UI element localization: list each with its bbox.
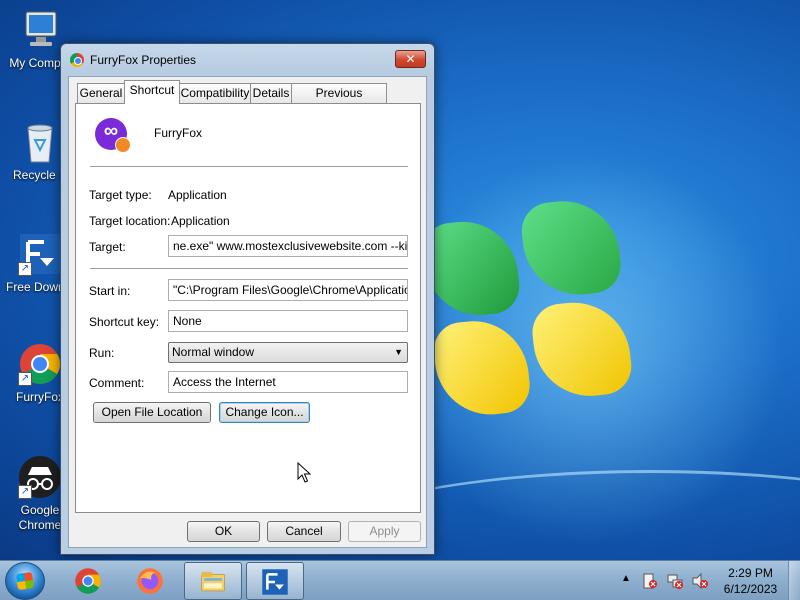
- ok-button[interactable]: OK: [187, 521, 260, 542]
- properties-dialog: FurryFox Properties ✕ General Shortcut C…: [60, 43, 435, 555]
- chrome-icon: ↗: [18, 342, 62, 386]
- target-location-value: Application: [171, 214, 230, 228]
- tab-shortcut[interactable]: Shortcut: [124, 80, 180, 104]
- separator: [90, 268, 408, 270]
- target-location-label: Target location:: [89, 214, 171, 228]
- clock-date: 6/12/2023: [723, 582, 778, 596]
- network-icon[interactable]: [666, 572, 684, 590]
- free-download-manager-icon: ↗: [18, 232, 62, 276]
- dialog-title: FurryFox Properties: [90, 53, 197, 67]
- incognito-icon: ↗: [18, 455, 62, 499]
- target-type-label: Target type:: [89, 188, 152, 202]
- shortcut-tab-panel: FurryFox Target type: Application Target…: [75, 103, 421, 513]
- run-select[interactable]: Normal window ▼: [168, 342, 408, 363]
- recycle-bin-icon: [18, 120, 62, 164]
- free-download-manager-icon: [262, 569, 288, 595]
- shortcut-arrow-icon: ↗: [18, 485, 32, 499]
- taskbar-file-explorer[interactable]: [184, 562, 242, 600]
- shortcut-arrow-icon: ↗: [18, 372, 32, 386]
- run-label: Run:: [89, 346, 115, 360]
- taskbar-firefox[interactable]: [122, 562, 180, 600]
- furryfox-app-icon: [95, 118, 131, 153]
- chrome-icon: [75, 568, 101, 594]
- target-label: Target:: [89, 240, 126, 254]
- dialog-titlebar[interactable]: FurryFox Properties ✕: [61, 44, 434, 76]
- tab-compatibility[interactable]: Compatibility: [179, 83, 251, 103]
- comment-label: Comment:: [89, 376, 145, 390]
- run-select-value: Normal window: [172, 345, 255, 359]
- clock[interactable]: 2:29 PM 6/12/2023: [718, 565, 783, 597]
- close-button[interactable]: ✕: [395, 50, 426, 68]
- firefox-icon: [137, 568, 163, 594]
- taskbar-chrome[interactable]: [60, 562, 118, 600]
- show-hidden-icons-button[interactable]: ▲: [621, 573, 631, 584]
- shortcut-key-label: Shortcut key:: [89, 315, 160, 329]
- file-explorer-icon: [201, 571, 225, 592]
- separator: [90, 166, 408, 168]
- start-in-input[interactable]: "C:\Program Files\Google\Chrome\Applicat…: [168, 279, 408, 301]
- taskbar-free-download-manager[interactable]: [246, 562, 304, 600]
- dialog-client-area: General Shortcut Compatibility Details P…: [68, 76, 427, 548]
- change-icon-button[interactable]: Change Icon...: [219, 402, 310, 423]
- mouse-cursor-icon: [297, 462, 311, 483]
- start-in-label: Start in:: [89, 284, 131, 298]
- volume-muted-icon[interactable]: [691, 572, 709, 590]
- start-button[interactable]: [5, 562, 45, 600]
- tab-general[interactable]: General: [77, 83, 125, 103]
- comment-input[interactable]: Access the Internet: [168, 371, 408, 393]
- shortcut-arrow-icon: ↗: [18, 262, 32, 276]
- tab-previous-versions[interactable]: Previous Versions: [291, 83, 387, 118]
- apply-button[interactable]: Apply: [348, 521, 421, 542]
- cancel-button[interactable]: Cancel: [267, 521, 341, 542]
- app-name: FurryFox: [154, 126, 202, 140]
- windows-logo: [420, 195, 641, 425]
- target-input[interactable]: ne.exe" www.mostexclusivewebsite.com --k…: [168, 235, 408, 257]
- computer-icon: [18, 8, 62, 52]
- chrome-icon: [70, 53, 84, 67]
- show-desktop-button[interactable]: [788, 561, 800, 600]
- action-center-icon[interactable]: [641, 572, 659, 590]
- tab-details[interactable]: Details: [250, 83, 292, 103]
- open-file-location-button[interactable]: Open File Location: [93, 402, 211, 423]
- shortcut-key-input[interactable]: None: [168, 310, 408, 332]
- clock-time: 2:29 PM: [728, 566, 773, 580]
- chevron-down-icon: ▼: [394, 347, 403, 357]
- taskbar: ▲ 2:29 PM 6/12/2023: [0, 560, 800, 600]
- target-type-value: Application: [168, 188, 227, 202]
